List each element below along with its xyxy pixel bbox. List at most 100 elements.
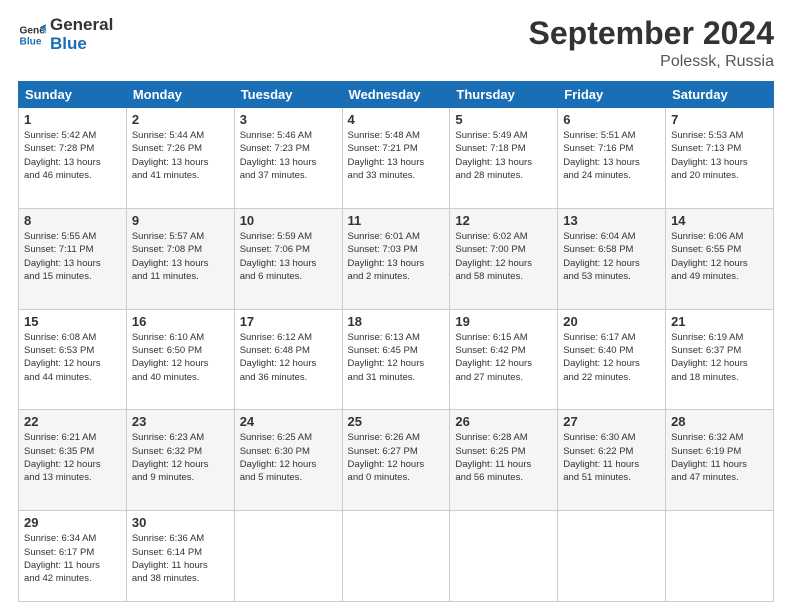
cell-info: Daylight: 13 hours xyxy=(455,156,552,169)
cell-info: Sunrise: 6:01 AM xyxy=(348,230,445,243)
day-number: 14 xyxy=(671,213,768,228)
calendar-week-3: 15Sunrise: 6:08 AMSunset: 6:53 PMDayligh… xyxy=(19,309,774,410)
day-number: 24 xyxy=(240,414,337,429)
day-number: 8 xyxy=(24,213,121,228)
cell-info: and 42 minutes. xyxy=(24,572,121,585)
cell-info: Sunset: 6:19 PM xyxy=(671,445,768,458)
day-number: 3 xyxy=(240,112,337,127)
calendar-cell: 28Sunrise: 6:32 AMSunset: 6:19 PMDayligh… xyxy=(666,410,774,511)
cell-info: Sunrise: 6:36 AM xyxy=(132,532,229,545)
calendar-week-4: 22 Sunrise: 6:21 AMSunset: 6:35 PM Dayligh… xyxy=(19,410,774,511)
calendar-cell xyxy=(558,511,666,602)
day-number: 29 xyxy=(24,515,121,530)
calendar-cell xyxy=(342,511,450,602)
cell-info: and 31 minutes. xyxy=(348,371,445,384)
cell-info: and 22 minutes. xyxy=(563,371,660,384)
calendar-cell xyxy=(666,511,774,602)
cell-info: Sunrise: 6:04 AM xyxy=(563,230,660,243)
calendar-cell: 7Sunrise: 5:53 AMSunset: 7:13 PMDaylight… xyxy=(666,108,774,209)
cell-info: Sunrise: 6:23 AM xyxy=(132,431,229,444)
calendar-header-thursday: Thursday xyxy=(450,82,558,108)
day-number: 17 xyxy=(240,314,337,329)
calendar-cell: 25Sunrise: 6:26 AMSunset: 6:27 PMDayligh… xyxy=(342,410,450,511)
cell-info: Sunset: 6:48 PM xyxy=(240,344,337,357)
day-number: 22 xyxy=(24,414,121,429)
cell-info: and 51 minutes. xyxy=(563,471,660,484)
calendar-cell: 30 Sunrise: 6:36 AMSunset: 6:14 PMDayligh… xyxy=(126,511,234,602)
cell-info: and 33 minutes. xyxy=(348,169,445,182)
cell-info: Sunset: 7:18 PM xyxy=(455,142,552,155)
calendar-cell: 1Sunrise: 5:42 AMSunset: 7:28 PMDaylight… xyxy=(19,108,127,209)
day-number: 9 xyxy=(132,213,229,228)
calendar-cell: 18Sunrise: 6:13 AMSunset: 6:45 PMDayligh… xyxy=(342,309,450,410)
cell-info: and 58 minutes. xyxy=(455,270,552,283)
cell-info: Sunset: 7:06 PM xyxy=(240,243,337,256)
logo-blue: Blue xyxy=(50,35,113,54)
cell-info: Daylight: 13 hours xyxy=(240,257,337,270)
cell-info: and 2 minutes. xyxy=(348,270,445,283)
cell-info: and 20 minutes. xyxy=(671,169,768,182)
header: General Blue General Blue September 2024… xyxy=(18,16,774,71)
day-number: 20 xyxy=(563,314,660,329)
cell-info: Sunrise: 6:10 AM xyxy=(132,331,229,344)
day-number: 30 xyxy=(132,515,229,530)
cell-info: Sunrise: 5:57 AM xyxy=(132,230,229,243)
cell-info: and 0 minutes. xyxy=(348,471,445,484)
day-number: 19 xyxy=(455,314,552,329)
calendar-cell: 13Sunrise: 6:04 AMSunset: 6:58 PMDayligh… xyxy=(558,208,666,309)
cell-info: and 27 minutes. xyxy=(455,371,552,384)
cell-info: Daylight: 13 hours xyxy=(132,156,229,169)
cell-info: and 46 minutes. xyxy=(24,169,121,182)
cell-info: and 24 minutes. xyxy=(563,169,660,182)
cell-info: Sunset: 7:00 PM xyxy=(455,243,552,256)
day-number: 6 xyxy=(563,112,660,127)
cell-info: Daylight: 13 hours xyxy=(24,257,121,270)
cell-info: Daylight: 11 hours xyxy=(132,559,229,572)
cell-info: Daylight: 12 hours xyxy=(348,458,445,471)
calendar-cell: 6Sunrise: 5:51 AMSunset: 7:16 PMDaylight… xyxy=(558,108,666,209)
cell-info: Daylight: 11 hours xyxy=(455,458,552,471)
cell-info: Daylight: 13 hours xyxy=(240,156,337,169)
cell-info: and 40 minutes. xyxy=(132,371,229,384)
calendar-cell: 16Sunrise: 6:10 AMSunset: 6:50 PMDayligh… xyxy=(126,309,234,410)
cell-info: Sunset: 6:53 PM xyxy=(24,344,121,357)
cell-info: Sunrise: 6:26 AM xyxy=(348,431,445,444)
cell-info: and 36 minutes. xyxy=(240,371,337,384)
cell-info: Daylight: 12 hours xyxy=(455,257,552,270)
cell-info: Daylight: 11 hours xyxy=(563,458,660,471)
cell-info: Sunrise: 5:46 AM xyxy=(240,129,337,142)
cell-info: and 44 minutes. xyxy=(24,371,121,384)
calendar-cell: 29Sunrise: 6:34 AMSunset: 6:17 PMDayligh… xyxy=(19,511,127,602)
calendar-week-1: 1Sunrise: 5:42 AMSunset: 7:28 PMDaylight… xyxy=(19,108,774,209)
cell-info: and 11 minutes. xyxy=(132,270,229,283)
calendar-cell: 20Sunrise: 6:17 AMSunset: 6:40 PMDayligh… xyxy=(558,309,666,410)
day-number: 25 xyxy=(348,414,445,429)
cell-info: Sunrise: 6:21 AM xyxy=(24,431,121,444)
calendar-header-tuesday: Tuesday xyxy=(234,82,342,108)
cell-info: Sunset: 6:45 PM xyxy=(348,344,445,357)
cell-info: and 53 minutes. xyxy=(563,270,660,283)
logo: General Blue General Blue xyxy=(18,16,113,53)
calendar-cell xyxy=(450,511,558,602)
cell-info: Daylight: 12 hours xyxy=(240,458,337,471)
cell-info: Sunset: 7:16 PM xyxy=(563,142,660,155)
cell-info: Daylight: 11 hours xyxy=(671,458,768,471)
cell-info: Sunset: 6:35 PM xyxy=(24,445,121,458)
calendar-cell: 3Sunrise: 5:46 AMSunset: 7:23 PMDaylight… xyxy=(234,108,342,209)
cell-info: Sunset: 6:17 PM xyxy=(24,546,121,559)
cell-info: Sunset: 7:03 PM xyxy=(348,243,445,256)
cell-info: Sunrise: 5:42 AM xyxy=(24,129,121,142)
cell-info: Sunset: 6:37 PM xyxy=(671,344,768,357)
calendar: SundayMondayTuesdayWednesdayThursdayFrid… xyxy=(18,81,774,602)
calendar-cell: 14Sunrise: 6:06 AMSunset: 6:55 PMDayligh… xyxy=(666,208,774,309)
calendar-cell: 9Sunrise: 5:57 AMSunset: 7:08 PMDaylight… xyxy=(126,208,234,309)
cell-info: Sunrise: 6:17 AM xyxy=(563,331,660,344)
cell-info: Sunrise: 5:59 AM xyxy=(240,230,337,243)
day-number: 15 xyxy=(24,314,121,329)
logo-general: General xyxy=(50,16,113,35)
cell-info: Daylight: 13 hours xyxy=(24,156,121,169)
calendar-cell: 21Sunrise: 6:19 AMSunset: 6:37 PMDayligh… xyxy=(666,309,774,410)
cell-info: Sunrise: 6:19 AM xyxy=(671,331,768,344)
cell-info: Sunset: 6:14 PM xyxy=(132,546,229,559)
cell-info: Sunrise: 6:34 AM xyxy=(24,532,121,545)
